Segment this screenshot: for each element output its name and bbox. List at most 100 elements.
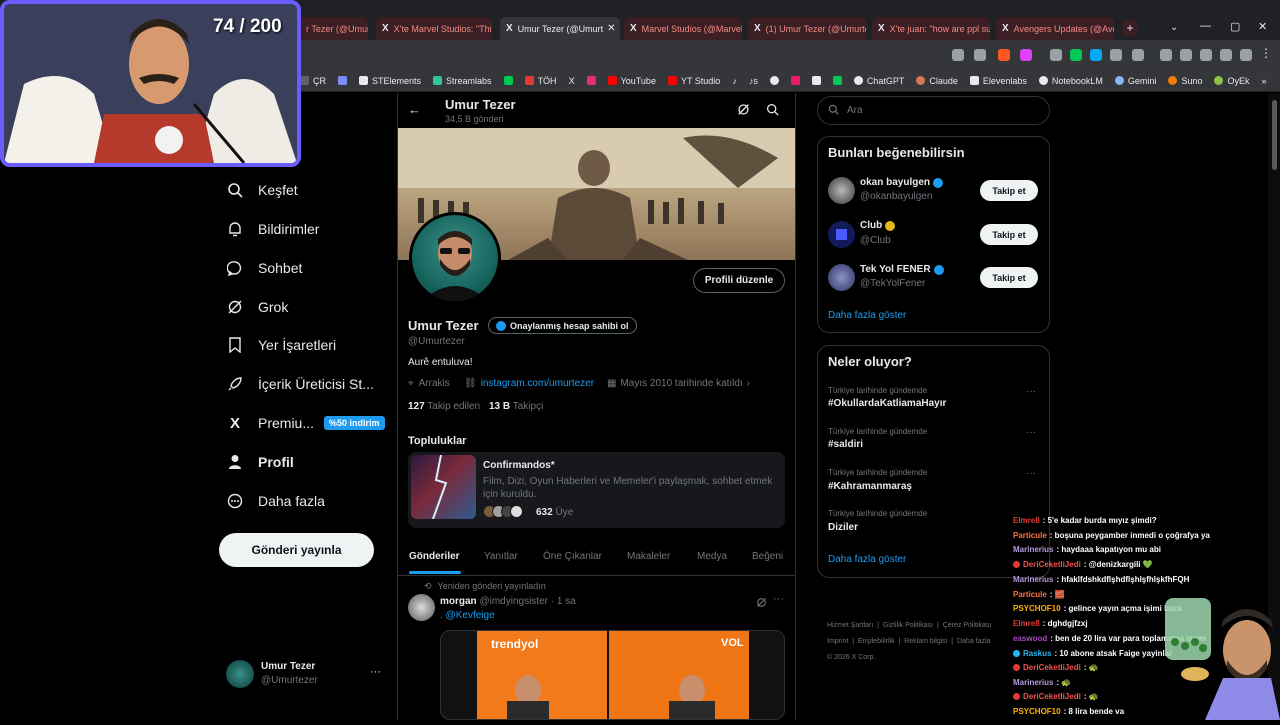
- bookmark-item[interactable]: ♪: [732, 76, 737, 86]
- extensions-puzzle-icon[interactable]: [1160, 49, 1172, 61]
- bookmark-item[interactable]: TÖH: [524, 76, 557, 86]
- post-media[interactable]: trendyol VOL: [440, 630, 785, 720]
- brave-shield-icon[interactable]: [998, 49, 1010, 61]
- bookmark-item[interactable]: OyEk: [1214, 76, 1249, 86]
- bookmark-item[interactable]: [586, 76, 596, 85]
- search-input[interactable]: Ara: [817, 96, 1050, 125]
- bookmark-item[interactable]: [832, 76, 842, 85]
- tab-replies[interactable]: Yanıtlar: [484, 551, 518, 562]
- footer-link[interactable]: Erişilebilirlik: [858, 638, 895, 645]
- bookmark-item[interactable]: Elevenlabs: [969, 76, 1027, 86]
- minimize-icon[interactable]: —: [1200, 20, 1211, 32]
- extension-icon[interactable]: [1070, 49, 1082, 61]
- suggestion-name[interactable]: Tek Yol FENER: [860, 264, 944, 275]
- bookmark-item[interactable]: Streamlabs: [433, 76, 492, 86]
- bookmark-item[interactable]: [811, 76, 821, 85]
- bookmark-item[interactable]: YT Studio: [667, 76, 720, 86]
- sidebar-item-more[interactable]: Daha fazla: [226, 492, 325, 510]
- bookmark-item[interactable]: YouTube: [607, 76, 656, 86]
- sidebar-item-explore[interactable]: Keşfet: [226, 181, 298, 199]
- trend-more-icon[interactable]: ···: [1026, 468, 1036, 479]
- suggestion-name[interactable]: Club: [860, 220, 896, 231]
- get-verified-button[interactable]: Onaylanmış hesap sahibi ol: [488, 317, 637, 334]
- account-name[interactable]: Umur Tezer: [261, 661, 315, 672]
- scrollbar-thumb[interactable]: [1272, 100, 1277, 170]
- browser-tab[interactable]: X Avengers Updates (@Ave: [996, 17, 1114, 40]
- footer-link[interactable]: Daha fazla: [957, 638, 990, 645]
- suggestion-name[interactable]: okan bayulgen: [860, 177, 944, 188]
- trend-item[interactable]: #Kahramanmaraş: [828, 481, 912, 492]
- sidebar-item-creator-studio[interactable]: İçerik Üreticisi St...: [226, 375, 374, 393]
- close-window-icon[interactable]: ✕: [1258, 20, 1267, 33]
- menu-icon[interactable]: ⋮: [1260, 46, 1272, 60]
- trend-more-icon[interactable]: ···: [1026, 386, 1036, 397]
- footer-link[interactable]: Hizmet Şartları: [827, 622, 873, 629]
- followers-count[interactable]: 13 B Takipçi: [489, 401, 543, 412]
- extension-icon[interactable]: [1110, 49, 1122, 61]
- leo-icon[interactable]: [1220, 49, 1232, 61]
- sidebar-icon[interactable]: [1180, 49, 1192, 61]
- following-count[interactable]: 127 Takip edilen: [408, 401, 480, 412]
- close-icon[interactable]: ✕: [603, 23, 615, 34]
- back-arrow-icon[interactable]: ←: [408, 102, 421, 117]
- wallet-icon[interactable]: [1200, 49, 1212, 61]
- trends-show-more-link[interactable]: Daha fazla göster: [828, 554, 906, 565]
- trend-item[interactable]: #saldiri: [828, 439, 863, 450]
- browser-tab[interactable]: r Tezer (@Umurte: [300, 17, 368, 40]
- avatar[interactable]: [828, 264, 855, 291]
- post-more-icon[interactable]: ···: [773, 593, 784, 605]
- sidebar-item-bookmarks[interactable]: Yer İşaretleri: [226, 336, 336, 354]
- sidebar-item-notifications[interactable]: Bildirimler: [226, 220, 319, 238]
- footer-link[interactable]: Gizlilik Politikası: [883, 622, 933, 629]
- edit-profile-button[interactable]: Profili düzenle: [693, 268, 785, 293]
- profile-link[interactable]: ⛓ instagram.com/umurtezer: [464, 378, 594, 389]
- trend-item[interactable]: Diziler: [828, 522, 858, 533]
- new-tab-button[interactable]: +: [1122, 20, 1138, 36]
- search-icon[interactable]: [766, 103, 779, 121]
- show-more-link[interactable]: Daha fazla göster: [828, 310, 906, 321]
- browser-tab[interactable]: X X'te Marvel Studios: "This: [376, 17, 492, 40]
- bookmark-item[interactable]: ÇR: [300, 76, 326, 86]
- avatar[interactable]: [828, 177, 855, 204]
- profile-avatar[interactable]: [409, 212, 501, 304]
- tab-posts[interactable]: Gönderiler: [409, 551, 460, 562]
- vpn-icon[interactable]: [1240, 49, 1252, 61]
- bookmark-item[interactable]: STElements: [359, 76, 421, 86]
- footer-link[interactable]: Reklam bilgisi: [904, 638, 947, 645]
- bookmark-item[interactable]: NotebookLM: [1038, 76, 1103, 86]
- bookmark-item[interactable]: [790, 76, 800, 85]
- avatar[interactable]: [226, 660, 254, 688]
- account-menu-icon[interactable]: ···: [370, 666, 381, 678]
- more-bookmarks-icon[interactable]: »: [1261, 76, 1266, 86]
- footer-link[interactable]: Çerez Politikası: [943, 622, 992, 629]
- tab-media[interactable]: Medya: [697, 551, 727, 562]
- browser-tab-active[interactable]: X Umur Tezer (@Umurt ✕: [500, 17, 620, 40]
- maximize-icon[interactable]: ▢: [1230, 20, 1240, 33]
- browser-tab[interactable]: X X'te juan: "how are ppl su: [872, 17, 990, 40]
- extension-icon[interactable]: [1050, 49, 1062, 61]
- bookmark-item[interactable]: Gemini: [1114, 76, 1156, 86]
- follow-button[interactable]: Takip et: [980, 180, 1038, 201]
- sidebar-item-chat[interactable]: Sohbet: [226, 259, 302, 277]
- bookmark-item[interactable]: [338, 76, 347, 85]
- brave-rewards-icon[interactable]: [1020, 49, 1032, 61]
- bookmark-item[interactable]: ♪s: [749, 76, 758, 86]
- bookmark-item[interactable]: X: [569, 76, 575, 86]
- bookmark-item[interactable]: Suno: [1168, 76, 1202, 86]
- grok-icon[interactable]: [737, 103, 750, 121]
- share-icon[interactable]: [974, 49, 986, 61]
- trend-more-icon[interactable]: ···: [1026, 427, 1036, 438]
- tab-highlights[interactable]: Öne Çıkanlar: [543, 551, 602, 562]
- extension-icon[interactable]: [1090, 49, 1102, 61]
- tab-search-icon[interactable]: ⌄: [1170, 22, 1178, 33]
- browser-tab[interactable]: X (1) Umur Tezer (@Umurte: [748, 17, 866, 40]
- bookmark-item[interactable]: ChatGPT: [853, 76, 904, 86]
- bookmark-item[interactable]: [769, 76, 779, 85]
- post-button[interactable]: Gönderi yayınla: [219, 533, 374, 567]
- tab-articles[interactable]: Makaleler: [627, 551, 670, 562]
- trend-item[interactable]: #OkullardaKatliamaHayır: [828, 398, 946, 409]
- browser-tab[interactable]: X Marvel Studios (@Marvel: [624, 17, 742, 40]
- sidebar-item-premium[interactable]: X Premiu... %50 indirim: [226, 414, 385, 432]
- grok-icon[interactable]: [756, 595, 767, 613]
- bookmark-item[interactable]: [503, 76, 513, 85]
